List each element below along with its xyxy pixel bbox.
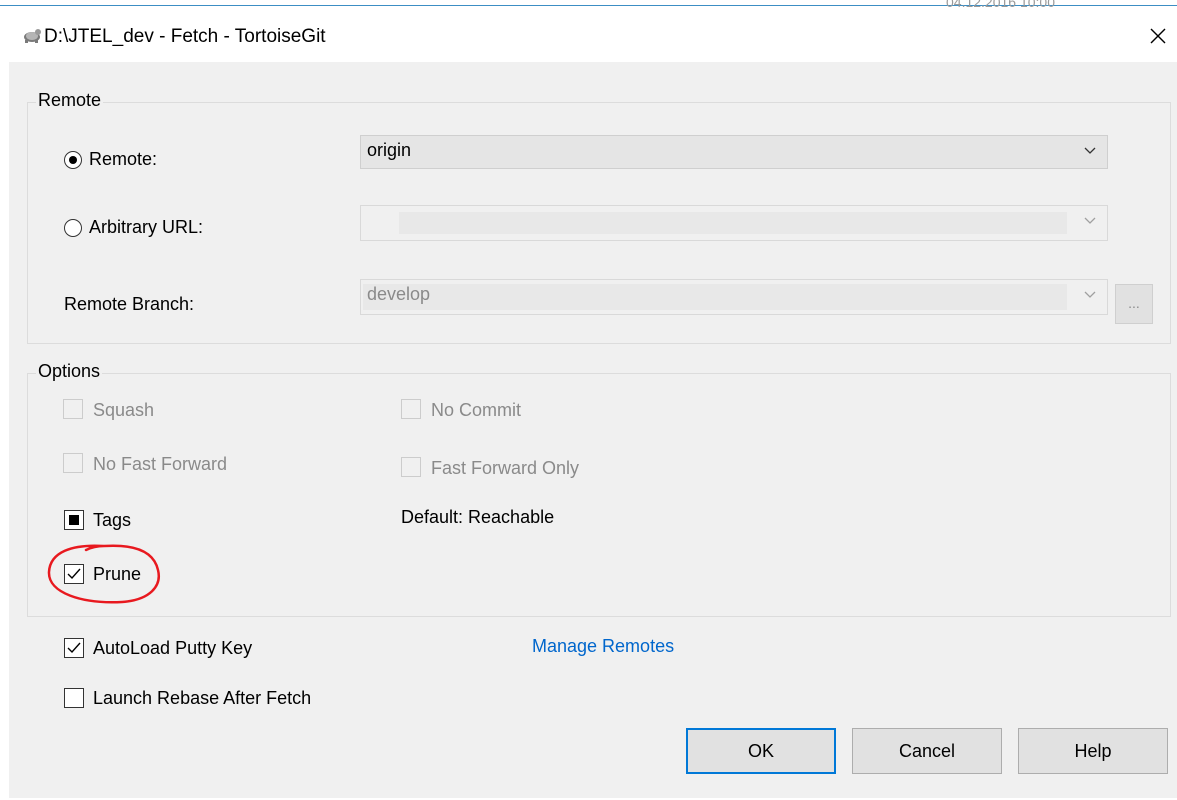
ok-button[interactable]: OK xyxy=(686,728,836,774)
url-field-placeholder xyxy=(399,212,1067,234)
remote-branch-value: develop xyxy=(367,284,431,304)
remote-radio[interactable] xyxy=(64,151,82,169)
chevron-down-icon xyxy=(1084,217,1096,224)
no-fast-forward-checkbox[interactable] xyxy=(63,453,83,473)
launch-rebase-label[interactable]: Launch Rebase After Fetch xyxy=(93,688,311,709)
close-button[interactable] xyxy=(1140,16,1176,56)
arbitrary-url-radio-label[interactable]: Arbitrary URL: xyxy=(89,217,203,238)
tags-checkbox[interactable] xyxy=(64,510,84,530)
cancel-button[interactable]: Cancel xyxy=(852,728,1002,774)
tags-default-text: Default: Reachable xyxy=(401,507,555,527)
branch-field-background xyxy=(363,284,1067,310)
indeterminate-mark xyxy=(69,515,79,525)
chevron-down-icon xyxy=(1084,147,1096,154)
background-window-timestamp: 04.12.2016 10:00 xyxy=(946,0,1055,10)
no-commit-label[interactable]: No Commit xyxy=(431,400,521,421)
fast-forward-only-checkbox[interactable] xyxy=(401,457,421,477)
radio-selected-dot xyxy=(69,156,77,164)
remote-radio-label[interactable]: Remote: xyxy=(89,149,157,170)
prune-highlight-circle xyxy=(47,544,160,604)
window-title: D:\JTEL_dev - Fetch - TortoiseGit xyxy=(44,26,326,47)
arbitrary-url-radio[interactable] xyxy=(64,219,82,237)
no-commit-checkbox[interactable] xyxy=(401,399,421,419)
remote-combo-value: origin xyxy=(367,140,412,160)
checkmark-icon xyxy=(67,642,81,654)
remote-branch-combo[interactable]: develop xyxy=(360,279,1108,315)
manage-remotes-link[interactable]: Manage Remotes xyxy=(532,636,674,657)
options-groupbox xyxy=(27,373,1171,617)
launch-rebase-checkbox[interactable] xyxy=(64,688,84,708)
autoload-putty-key-checkbox[interactable] xyxy=(64,638,84,658)
browse-branch-button[interactable]: ... xyxy=(1115,284,1153,324)
help-button[interactable]: Help xyxy=(1018,728,1168,774)
fast-forward-only-label[interactable]: Fast Forward Only xyxy=(431,458,579,479)
squash-label[interactable]: Squash xyxy=(93,400,154,421)
close-icon xyxy=(1150,28,1166,44)
chevron-down-icon xyxy=(1084,291,1096,298)
no-fast-forward-label[interactable]: No Fast Forward xyxy=(93,454,227,475)
remote-group-label: Remote xyxy=(36,90,104,111)
tortoisegit-turtle-icon xyxy=(24,29,41,43)
tags-label[interactable]: Tags xyxy=(93,510,131,531)
arbitrary-url-combo[interactable] xyxy=(360,205,1108,241)
remote-branch-label: Remote Branch: xyxy=(64,294,195,314)
squash-checkbox[interactable] xyxy=(63,399,83,419)
remote-combo[interactable]: origin xyxy=(360,135,1108,169)
options-group-label: Options xyxy=(36,361,103,382)
autoload-putty-key-label[interactable]: AutoLoad Putty Key xyxy=(93,638,252,659)
